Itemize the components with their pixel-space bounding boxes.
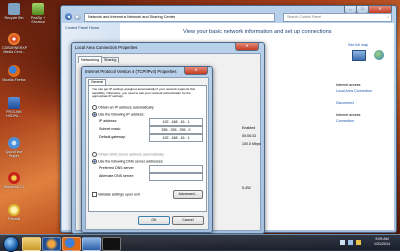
- breadcrumb-item[interactable]: Network and Sharing Center: [127, 15, 175, 19]
- cd-burner-icon: [8, 33, 20, 45]
- breadcrumb[interactable]: Network and Internet ▸ Network and Shari…: [84, 13, 275, 22]
- desktop-icon-recycle-bin[interactable]: Recycle Bin: [2, 3, 26, 20]
- see-full-map-link[interactable]: See full map: [348, 43, 368, 47]
- duration-value: 00:06:33: [242, 134, 256, 138]
- obtain-ip-auto-radio[interactable]: Obtain an IP address automatically: [92, 105, 154, 110]
- validate-settings-checkbox[interactable]: Validate settings upon exit: [92, 192, 140, 197]
- subnet-mask-field[interactable]: 255 . 255 . 255 . 0: [149, 126, 203, 134]
- subnet-mask-label: Subnet mask:: [99, 127, 121, 131]
- default-gateway-field[interactable]: 192 . 168 . 16 . 1: [149, 134, 203, 142]
- breadcrumb-item[interactable]: Network and Internet: [88, 15, 123, 19]
- general-panel: You can get IP settings assigned automat…: [88, 85, 207, 212]
- local-area-connection-link[interactable]: Local Area Connection: [336, 89, 372, 93]
- firewall-icon: [8, 204, 20, 216]
- recycle-bin-icon: [8, 3, 20, 15]
- media-player-icon[interactable]: [42, 237, 61, 251]
- flag-icon[interactable]: [356, 240, 361, 245]
- cancel-button[interactable]: Cancel: [172, 216, 204, 225]
- desktop-icon-prolink[interactable]: PROLINK HSDPA ...: [2, 97, 26, 118]
- access-type-label: Internet access: [336, 83, 361, 87]
- firefox-icon[interactable]: [62, 237, 81, 251]
- network-icon[interactable]: [82, 237, 101, 251]
- peazip-icon: [32, 3, 44, 15]
- advanced-button[interactable]: Advanced...: [173, 190, 203, 199]
- control-panel-home-link[interactable]: Control Panel Home: [65, 26, 99, 30]
- firefox-icon: [8, 65, 20, 77]
- obtain-dns-auto-radio[interactable]: Obtain DNS server address automatically: [92, 152, 164, 157]
- windows-explorer-icon[interactable]: [22, 237, 41, 251]
- back-button[interactable]: ◀: [65, 13, 72, 20]
- desktop-icon-firefox[interactable]: Mozilla Firefox: [2, 65, 26, 82]
- use-following-dns-radio[interactable]: Use the following DNS server addresses:: [92, 159, 164, 164]
- close-button[interactable]: ✕: [235, 43, 259, 51]
- close-button[interactable]: ✕: [184, 67, 208, 75]
- preferred-dns-field[interactable]: [149, 165, 203, 173]
- ip-address-field[interactable]: 192 . 168 . 16 . 1: [149, 118, 203, 126]
- network-tray-icon[interactable]: [348, 240, 353, 245]
- ipv4-description: You can get IP settings assigned automat…: [92, 87, 196, 99]
- desktop-icon-quicktime[interactable]: QuickTime Player: [2, 137, 26, 158]
- volume-icon[interactable]: [340, 240, 345, 245]
- blackball-icon: [8, 172, 20, 184]
- page-title: View your basic network information and …: [183, 29, 332, 35]
- tab-sharing[interactable]: Sharing: [101, 57, 120, 63]
- tab-networking[interactable]: Networking: [78, 56, 102, 63]
- ipv4-client: General You can get IP settings assigned…: [85, 77, 209, 230]
- network-map-computer-icon: [352, 50, 366, 61]
- desktop-icon-peazip[interactable]: PeaZip + Shortcut: [26, 3, 50, 24]
- ipv4-properties-dialog: Internet Protocol Version 4 (TCP/IPv4) P…: [81, 66, 213, 233]
- ip-address-label: IP address:: [99, 119, 118, 123]
- taskbar: 9:09 AM 1/31/2014: [0, 234, 400, 252]
- preferred-dns-label: Preferred DNS server:: [99, 166, 135, 170]
- default-gateway-label: Default gateway:: [99, 135, 126, 139]
- use-following-ip-radio[interactable]: Use the following IP address:: [92, 112, 144, 117]
- network-map-globe-icon: [374, 50, 384, 60]
- alternate-dns-field[interactable]: [149, 173, 203, 181]
- connection-link[interactable]: Connection: [336, 119, 354, 123]
- desktop-icon-blackball[interactable]: BlackBall 3.3: [2, 172, 26, 189]
- ok-button[interactable]: OK: [138, 216, 170, 225]
- system-tray: [340, 238, 366, 248]
- command-prompt-icon[interactable]: [102, 237, 121, 251]
- prolink-icon: [8, 97, 20, 109]
- search-input[interactable]: Search Control Panel ⌕: [283, 13, 392, 22]
- desktop-icon-firewall[interactable]: Firewall: [2, 204, 26, 221]
- disconnect-link[interactable]: Disconnect: [336, 101, 354, 105]
- clock-date: 1/31/2014: [374, 242, 390, 246]
- search-icon: ⌕: [386, 15, 389, 19]
- desktop-icon-cdburnerxp[interactable]: CDBURNERXP Media Cent...: [2, 33, 27, 54]
- packets-value: 5,452: [242, 186, 251, 190]
- speed-value: 100.0 Mbps: [242, 142, 261, 146]
- quicktime-icon: [8, 137, 20, 149]
- clock[interactable]: 9:09 AM 1/31/2014: [368, 237, 396, 247]
- access-type-label-2: Internet access: [336, 113, 361, 117]
- status-value: Enabled: [242, 126, 256, 130]
- forward-button[interactable]: ▶: [74, 13, 81, 20]
- alternate-dns-label: Alternate DNS server:: [99, 174, 134, 178]
